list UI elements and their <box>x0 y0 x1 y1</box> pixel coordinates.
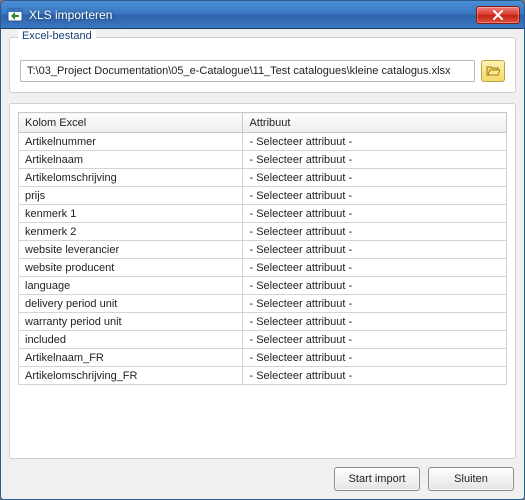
table-row[interactable]: kenmerk 1- Selecteer attribuut - <box>19 205 507 223</box>
cell-excel-column: included <box>19 331 243 349</box>
cell-excel-column: Artikelnaam_FR <box>19 349 243 367</box>
cell-excel-column: delivery period unit <box>19 295 243 313</box>
cell-excel-column: Artikelomschrijving <box>19 169 243 187</box>
table-row[interactable]: Artikelnaam- Selecteer attribuut - <box>19 151 507 169</box>
table-row[interactable]: website leverancier- Selecteer attribuut… <box>19 241 507 259</box>
cell-attribute-select[interactable]: - Selecteer attribuut - <box>243 205 507 223</box>
table-row[interactable]: included- Selecteer attribuut - <box>19 331 507 349</box>
file-group-legend: Excel-bestand <box>18 30 96 42</box>
cell-attribute-select[interactable]: - Selecteer attribuut - <box>243 259 507 277</box>
close-button[interactable] <box>476 6 520 24</box>
app-icon <box>7 7 23 23</box>
cell-excel-column: Artikelnummer <box>19 133 243 151</box>
cell-excel-column: website producent <box>19 259 243 277</box>
client-area: Excel-bestand Kolom Excel Attribuut <box>1 29 524 499</box>
cell-attribute-select[interactable]: - Selecteer attribuut - <box>243 133 507 151</box>
cell-attribute-select[interactable]: - Selecteer attribuut - <box>243 367 507 385</box>
table-row[interactable]: Artikelnaam_FR- Selecteer attribuut - <box>19 349 507 367</box>
cell-excel-column: website leverancier <box>19 241 243 259</box>
button-row: Start import Sluiten <box>9 459 516 493</box>
cell-attribute-select[interactable]: - Selecteer attribuut - <box>243 151 507 169</box>
browse-button[interactable] <box>481 60 505 82</box>
cell-attribute-select[interactable]: - Selecteer attribuut - <box>243 187 507 205</box>
cell-attribute-select[interactable]: - Selecteer attribuut - <box>243 331 507 349</box>
cell-attribute-select[interactable]: - Selecteer attribuut - <box>243 241 507 259</box>
table-row[interactable]: website producent- Selecteer attribuut - <box>19 259 507 277</box>
col-header-excel[interactable]: Kolom Excel <box>19 113 243 133</box>
table-row[interactable]: warranty period unit- Selecteer attribuu… <box>19 313 507 331</box>
folder-open-icon <box>486 65 500 77</box>
table-row[interactable]: language- Selecteer attribuut - <box>19 277 507 295</box>
mapping-panel: Kolom Excel Attribuut Artikelnummer- Sel… <box>9 103 516 459</box>
close-dialog-button[interactable]: Sluiten <box>428 467 514 491</box>
table-row[interactable]: prijs- Selecteer attribuut - <box>19 187 507 205</box>
cell-excel-column: Artikelomschrijving_FR <box>19 367 243 385</box>
table-row[interactable]: kenmerk 2- Selecteer attribuut - <box>19 223 507 241</box>
table-row[interactable]: Artikelomschrijving_FR- Selecteer attrib… <box>19 367 507 385</box>
table-row[interactable]: delivery period unit- Selecteer attribuu… <box>19 295 507 313</box>
start-import-button[interactable]: Start import <box>334 467 420 491</box>
col-header-attribute[interactable]: Attribuut <box>243 113 507 133</box>
close-icon <box>493 10 503 20</box>
window-title: XLS importeren <box>29 8 476 22</box>
titlebar[interactable]: XLS importeren <box>1 1 524 29</box>
cell-excel-column: warranty period unit <box>19 313 243 331</box>
cell-excel-column: kenmerk 1 <box>19 205 243 223</box>
cell-attribute-select[interactable]: - Selecteer attribuut - <box>243 223 507 241</box>
file-groupbox: Excel-bestand <box>9 37 516 93</box>
file-row <box>20 60 505 82</box>
cell-attribute-select[interactable]: - Selecteer attribuut - <box>243 295 507 313</box>
mapping-table: Kolom Excel Attribuut Artikelnummer- Sel… <box>18 112 507 385</box>
cell-attribute-select[interactable]: - Selecteer attribuut - <box>243 349 507 367</box>
cell-excel-column: Artikelnaam <box>19 151 243 169</box>
dialog-window: XLS importeren Excel-bestand <box>0 0 525 500</box>
cell-excel-column: language <box>19 277 243 295</box>
file-path-input[interactable] <box>20 60 475 82</box>
cell-excel-column: kenmerk 2 <box>19 223 243 241</box>
cell-attribute-select[interactable]: - Selecteer attribuut - <box>243 169 507 187</box>
table-row[interactable]: Artikelomschrijving- Selecteer attribuut… <box>19 169 507 187</box>
cell-excel-column: prijs <box>19 187 243 205</box>
table-header-row: Kolom Excel Attribuut <box>19 113 507 133</box>
cell-attribute-select[interactable]: - Selecteer attribuut - <box>243 313 507 331</box>
table-row[interactable]: Artikelnummer- Selecteer attribuut - <box>19 133 507 151</box>
cell-attribute-select[interactable]: - Selecteer attribuut - <box>243 277 507 295</box>
